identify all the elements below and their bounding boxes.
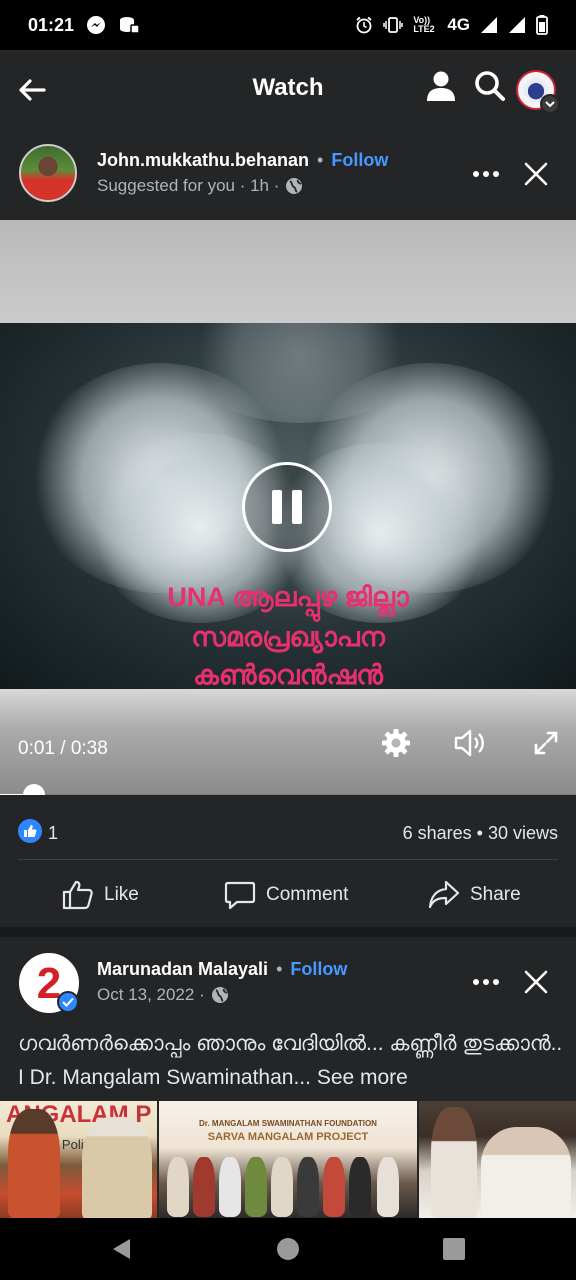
post-image-1[interactable]: ANGALAM P Victi Polit xyxy=(0,1101,158,1218)
square-recents-icon xyxy=(443,1238,465,1260)
back-button[interactable] xyxy=(14,72,50,108)
share-button[interactable]: Share xyxy=(428,877,521,913)
arrow-left-icon xyxy=(19,79,46,101)
search-button[interactable] xyxy=(474,70,510,108)
separator-dot: • xyxy=(317,150,324,170)
share-label: Share xyxy=(470,884,521,905)
more-dots-icon xyxy=(473,171,499,177)
avatar-marunadan[interactable]: 2 xyxy=(19,953,79,1013)
settings-button[interactable] xyxy=(376,723,416,763)
person-icon xyxy=(427,71,455,101)
post-header: John.mukkathu.behanan • Follow Suggested… xyxy=(0,128,576,220)
post-image-3[interactable] xyxy=(418,1101,576,1218)
nav-home-button[interactable] xyxy=(271,1232,305,1266)
more-options-button[interactable] xyxy=(466,154,506,194)
follow-button[interactable]: Follow xyxy=(331,150,388,171)
alarm-icon xyxy=(355,16,373,34)
image-org-text: Dr. MANGALAM SWAMINATHAN FOUNDATION xyxy=(199,1119,377,1128)
video-caption-line-3: കൺവെൻഷൻ xyxy=(193,660,383,689)
gear-icon xyxy=(382,729,410,757)
like-label: Like xyxy=(104,884,139,905)
comment-label: Comment xyxy=(266,884,349,905)
like-button[interactable]: Like xyxy=(62,877,139,913)
more-dots-icon xyxy=(473,979,499,985)
status-time: 01:21 xyxy=(28,14,75,35)
battery-icon xyxy=(536,15,548,35)
app-header: Watch xyxy=(0,50,576,128)
verified-badge-icon xyxy=(57,991,79,1013)
fullscreen-button[interactable] xyxy=(526,723,566,763)
expand-icon xyxy=(534,731,558,755)
globe-icon xyxy=(286,178,303,194)
circle-home-icon xyxy=(277,1238,299,1260)
like-count[interactable]: 1 xyxy=(48,823,58,844)
more-options-button[interactable] xyxy=(466,962,506,1002)
shares-views[interactable]: 6 shares • 30 views xyxy=(403,823,558,844)
messenger-icon xyxy=(86,15,106,35)
system-nav-bar xyxy=(0,1218,576,1280)
close-post-button[interactable] xyxy=(516,962,556,1002)
separator-dot: • xyxy=(276,959,283,979)
thumbs-up-icon xyxy=(62,880,93,910)
search-icon xyxy=(475,71,505,101)
follow-button[interactable]: Follow xyxy=(290,959,347,980)
video-player[interactable]: UNA ആലപ്പുഴ ജില്ലാ സമരപ്രഖ്യാപന കൺവെൻഷൻ … xyxy=(0,220,576,795)
video-time: 0:01 / 0:38 xyxy=(18,738,108,759)
comment-button[interactable]: Comment xyxy=(224,877,348,913)
see-more-link[interactable]: See more xyxy=(317,1066,408,1089)
share-arrow-icon xyxy=(428,880,460,909)
like-reaction-icon[interactable] xyxy=(18,819,42,843)
post-meta: Suggested for you · 1h · xyxy=(97,176,280,195)
divider xyxy=(18,859,558,860)
video-caption-line-1: UNA ആലപ്പുഴ ജില്ലാ xyxy=(167,582,409,612)
author-name[interactable]: John.mukkathu.behanan xyxy=(97,150,309,171)
post-meta: Oct 13, 2022 · xyxy=(97,985,205,1004)
post-body: ഗവർണർക്കൊപ്പം ഞാനും വേദിയിൽ... കണ്ണീർ തു… xyxy=(18,1032,563,1089)
speaker-icon xyxy=(454,729,484,757)
close-post-button[interactable] xyxy=(516,154,556,194)
status-bar: 01:21 Vo)) LTE2 4G xyxy=(0,0,576,50)
signal-icon-2 xyxy=(508,16,526,34)
author-name[interactable]: Marunadan Malayali xyxy=(97,959,268,980)
mute-button[interactable] xyxy=(450,723,490,763)
globe-icon xyxy=(211,987,228,1003)
close-icon xyxy=(524,970,548,994)
pause-icon xyxy=(272,490,282,524)
account-avatar[interactable] xyxy=(516,70,560,114)
nav-recents-button[interactable] xyxy=(437,1232,471,1266)
pause-button[interactable] xyxy=(242,462,332,552)
video-caption-line-2: സമരപ്രഖ്യാപന xyxy=(191,622,385,652)
vibrate-icon xyxy=(383,16,404,34)
volte-label: Vo)) LTE2 xyxy=(413,15,435,34)
post-card-2: 2 Marunadan Malayali • Follow Oct 13, 20… xyxy=(0,937,576,1218)
post-text: ഗവർണർക്കൊപ്പം ഞാനും വേദിയിൽ... കണ്ണീർ തു… xyxy=(18,1027,564,1095)
comment-icon xyxy=(224,881,256,910)
post-image-gallery[interactable]: ANGALAM P Victi Polit Dr. MANGALAM SWAMI… xyxy=(0,1101,576,1218)
close-icon xyxy=(524,162,548,186)
nav-back-button[interactable] xyxy=(105,1232,139,1266)
signal-icon xyxy=(480,16,498,34)
chevron-down-icon xyxy=(540,94,560,114)
post-stats: 1 6 shares • 30 views Like Comment Share xyxy=(0,795,576,927)
avatar[interactable] xyxy=(19,144,77,202)
profile-button[interactable] xyxy=(426,70,462,108)
network-type: 4G xyxy=(447,15,470,34)
post-image-2[interactable]: Dr. MANGALAM SWAMINATHAN FOUNDATION SARV… xyxy=(159,1101,417,1218)
image-project-text: SARVA MANGALAM PROJECT xyxy=(207,1131,369,1143)
triangle-back-icon xyxy=(113,1239,130,1259)
data-saver-icon xyxy=(118,15,140,35)
